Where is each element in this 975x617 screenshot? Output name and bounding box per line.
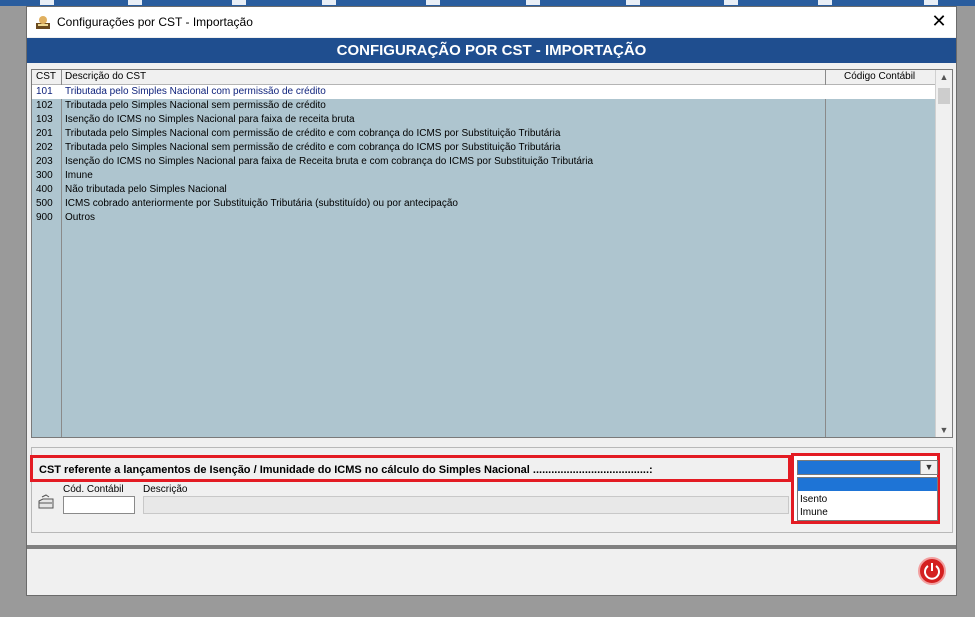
descricao-label: Descrição: [143, 484, 188, 495]
cod-contabil-input[interactable]: [63, 496, 135, 514]
table-row[interactable]: 102 Tributada pelo Simples Nacional sem p…: [32, 99, 937, 113]
cell-cst: 202: [36, 142, 53, 153]
cell-cst: 201: [36, 128, 53, 139]
chevron-down-icon[interactable]: ▼: [920, 461, 937, 474]
isencao-label-highlight: CST referente a lançamentos de Isenção /…: [30, 455, 791, 482]
table-row[interactable]: 103 Isenção do ICMS no Simples Nacional p…: [32, 113, 937, 127]
toolbar-icon: [232, 0, 246, 5]
cell-descricao: Tributada pelo Simples Nacional sem perm…: [65, 100, 326, 111]
header-descricao[interactable]: Descrição do CST: [65, 71, 146, 82]
cell-cst: 103: [36, 114, 53, 125]
cst-grid[interactable]: CST Descrição do CST Código Contábil 101…: [31, 69, 953, 438]
table-row[interactable]: 203 Isenção do ICMS no Simples Nacional p…: [32, 155, 937, 169]
table-row[interactable]: 900 Outros: [32, 211, 937, 225]
combo-selected-value: [798, 461, 921, 474]
header-codigo-contabil[interactable]: Código Contábil: [844, 71, 915, 82]
toolbar-icon: [818, 0, 832, 5]
isencao-label: CST referente a lançamentos de Isenção /…: [39, 464, 653, 476]
exit-button[interactable]: [918, 557, 946, 585]
power-icon: [924, 563, 940, 580]
toolbar-icon: [426, 0, 440, 5]
dropdown-option-imune[interactable]: Imune: [798, 506, 937, 519]
close-button[interactable]: ✕: [922, 7, 956, 37]
cell-descricao: Tributada pelo Simples Nacional com perm…: [65, 128, 561, 139]
page-banner: CONFIGURAÇÃO POR CST - IMPORTAÇÃO: [27, 38, 956, 63]
toolbar-icon: [724, 0, 738, 5]
bottom-divider: [27, 545, 956, 549]
cell-descricao: ICMS cobrado anteriormente por Substitui…: [65, 198, 458, 209]
cod-contabil-label: Cód. Contábil: [63, 484, 124, 495]
cell-descricao: Outros: [65, 212, 96, 223]
cell-cst: 500: [36, 198, 53, 209]
scroll-thumb[interactable]: [938, 88, 950, 104]
cell-descricao: Tributada pelo Simples Nacional sem perm…: [65, 142, 561, 153]
table-row[interactable]: 400 Não tributada pelo Simples Nacional: [32, 183, 937, 197]
descricao-input: [143, 496, 789, 514]
toolbar-icon: [526, 0, 540, 5]
isencao-combo[interactable]: ▼: [797, 460, 938, 475]
table-row[interactable]: 500 ICMS cobrado anteriormente por Substi…: [32, 197, 937, 211]
lookup-folder-icon[interactable]: [37, 494, 55, 512]
isencao-dropdown-highlight: ▼ Isento Imune: [791, 453, 940, 524]
cell-cst: 900: [36, 212, 53, 223]
table-row[interactable]: 300 Imune: [32, 169, 937, 183]
cell-descricao: Isenção do ICMS no Simples Nacional para…: [65, 114, 355, 125]
scroll-down-icon[interactable]: ▼: [936, 423, 952, 437]
isencao-dropdown-list[interactable]: Isento Imune: [797, 477, 938, 521]
cell-descricao: Imune: [65, 170, 93, 181]
config-person-icon: [36, 16, 50, 29]
toolbar-icon: [322, 0, 336, 5]
toolbar-icon: [924, 0, 938, 5]
grid-header: CST Descrição do CST Código Contábil: [32, 70, 937, 85]
config-cst-window: Configurações por CST - Importação ✕ CON…: [26, 6, 957, 596]
table-row[interactable]: 101 Tributada pelo Simples Nacional com p…: [32, 85, 937, 99]
table-row[interactable]: 201 Tributada pelo Simples Nacional com p…: [32, 127, 937, 141]
window-title: Configurações por CST - Importação: [57, 15, 253, 29]
title-bar: Configurações por CST - Importação ✕: [27, 7, 956, 37]
dropdown-option-blank[interactable]: [798, 478, 937, 491]
scroll-up-icon[interactable]: ▲: [936, 70, 952, 84]
cell-descricao: Isenção do ICMS no Simples Nacional para…: [65, 156, 594, 167]
table-row[interactable]: 202 Tributada pelo Simples Nacional sem p…: [32, 141, 937, 155]
cell-cst: 203: [36, 156, 53, 167]
cell-descricao: Tributada pelo Simples Nacional com perm…: [65, 86, 326, 97]
header-cst[interactable]: CST: [36, 71, 56, 82]
cell-cst: 101: [36, 86, 53, 97]
dropdown-option-isento[interactable]: Isento: [798, 493, 937, 506]
toolbar-icon: [40, 0, 54, 5]
cell-descricao: Não tributada pelo Simples Nacional: [65, 184, 227, 195]
vertical-scrollbar[interactable]: ▲ ▼: [935, 70, 952, 437]
toolbar-icon: [626, 0, 640, 5]
toolbar-icon: [128, 0, 142, 5]
cell-cst: 102: [36, 100, 53, 111]
cell-cst: 300: [36, 170, 53, 181]
cell-cst: 400: [36, 184, 53, 195]
